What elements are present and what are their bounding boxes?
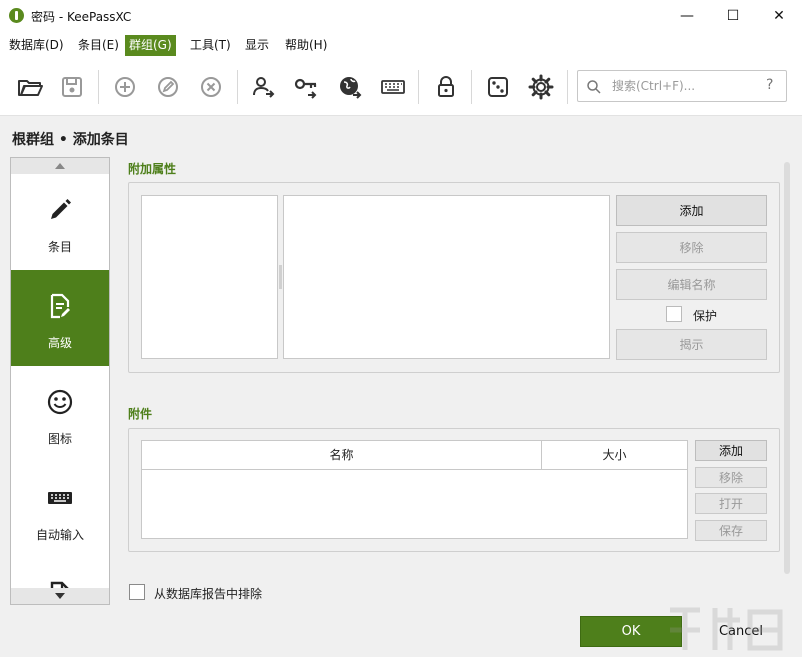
menu-view[interactable]: 显示 [241, 35, 273, 56]
open-attachment-button[interactable]: 打开 [695, 493, 767, 514]
auto-type-icon[interactable] [379, 73, 407, 101]
chevron-down-icon [55, 593, 65, 599]
scroll-up-button[interactable] [11, 158, 109, 174]
category-entry[interactable]: 条目 [11, 174, 109, 270]
delete-entry-icon[interactable] [197, 73, 225, 101]
watermark-logo-icon [670, 607, 783, 651]
remove-attachment-button[interactable]: 移除 [695, 467, 767, 488]
content-scrollbar[interactable] [784, 162, 790, 574]
close-button[interactable]: ✕ [756, 0, 802, 31]
copy-username-icon[interactable] [249, 73, 277, 101]
column-header-name[interactable]: 名称 [142, 441, 542, 470]
menu-tools[interactable]: 工具(T) [186, 35, 235, 56]
chevron-up-icon [55, 163, 65, 169]
category-list: 条目 高级 图标 自动输入 [10, 157, 110, 605]
reveal-button[interactable]: 揭示 [616, 329, 767, 360]
open-url-icon[interactable] [336, 73, 364, 101]
window-title: 密码 - KeePassXC [31, 10, 132, 24]
keepassxc-logo-icon [9, 8, 24, 23]
protect-checkbox[interactable] [666, 306, 682, 322]
maximize-button[interactable]: ☐ [710, 0, 756, 31]
protect-label: 保护 [693, 309, 718, 323]
search-box[interactable]: ? [577, 70, 787, 102]
smiley-icon [47, 389, 73, 415]
menu-bar: 数据库(D) 条目(E) 群组(G) 工具(T) 显示 帮助(H) [0, 31, 802, 58]
exclude-from-reports-label: 从数据库报告中排除 [154, 587, 263, 601]
password-generator-icon[interactable] [484, 73, 512, 101]
category-label: 自动输入 [35, 528, 84, 542]
add-attachment-button[interactable]: 添加 [695, 440, 767, 461]
category-label: 高级 [47, 336, 72, 350]
search-icon [587, 80, 601, 94]
pencil-icon [51, 199, 71, 219]
save-attachment-button[interactable]: 保存 [695, 520, 767, 541]
edit-entry-icon[interactable] [154, 73, 182, 101]
settings-icon[interactable] [527, 73, 555, 101]
rename-attribute-button[interactable]: 编辑名称 [616, 269, 767, 300]
column-header-size[interactable]: 大小 [542, 441, 687, 470]
menu-groups[interactable]: 群组(G) [125, 35, 176, 56]
add-attribute-button[interactable]: 添加 [616, 195, 767, 226]
remove-attribute-button[interactable]: 移除 [616, 232, 767, 263]
category-label: 条目 [47, 240, 72, 254]
attribute-name-list[interactable] [141, 195, 278, 359]
search-input[interactable] [612, 76, 752, 96]
copy-password-icon[interactable] [292, 73, 320, 101]
category-icon[interactable]: 图标 [11, 366, 109, 462]
help-icon[interactable]: ? [766, 77, 773, 93]
attachments-section-title: 附件 [128, 407, 153, 421]
splitter-handle[interactable] [279, 265, 282, 289]
lock-icon[interactable] [432, 73, 460, 101]
save-icon[interactable] [58, 73, 86, 101]
minimize-button[interactable]: — [664, 0, 710, 31]
document-edit-icon [50, 293, 70, 319]
attachments-table[interactable]: 名称 大小 [141, 440, 688, 539]
keyboard-icon [48, 492, 72, 504]
attributes-section-title: 附加属性 [128, 162, 177, 176]
category-auto-type[interactable]: 自动输入 [11, 462, 109, 558]
exclude-from-reports-checkbox[interactable] [129, 584, 145, 600]
folder-open-icon[interactable] [16, 73, 44, 101]
attribute-value-editor[interactable] [283, 195, 610, 359]
menu-help[interactable]: 帮助(H) [281, 35, 331, 56]
breadcrumb: 根群组 • 添加条目 [12, 132, 129, 148]
add-entry-icon[interactable] [111, 73, 139, 101]
scroll-down-button[interactable] [11, 588, 109, 604]
title-bar: 密码 - KeePassXC — ☐ ✕ [0, 0, 802, 31]
category-label: 图标 [47, 432, 72, 446]
menu-entries[interactable]: 条目(E) [74, 35, 123, 56]
menu-database[interactable]: 数据库(D) [5, 35, 68, 56]
toolbar: ? [0, 58, 802, 116]
category-advanced[interactable]: 高级 [11, 270, 109, 366]
